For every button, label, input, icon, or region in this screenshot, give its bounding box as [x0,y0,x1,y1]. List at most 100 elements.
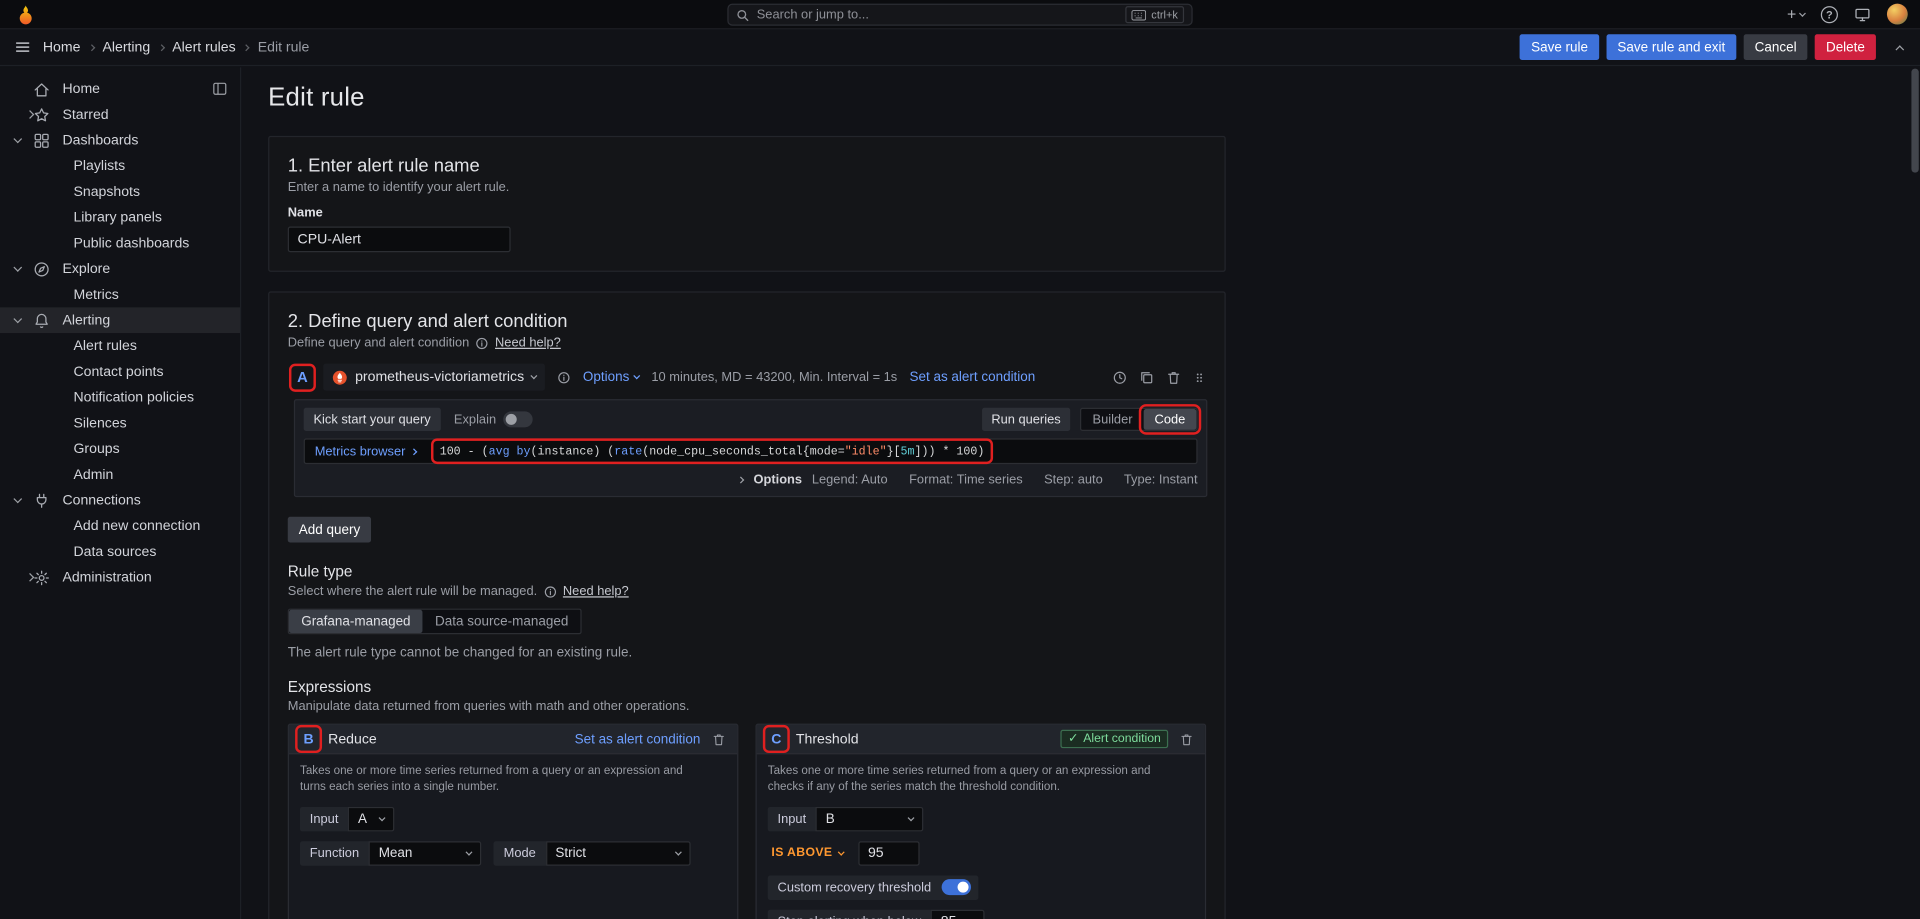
query-options-toggle[interactable]: Options [583,370,639,385]
query-row-options-summary: Legend: Auto Format: Time series Step: a… [812,472,1198,487]
sidebar-item-dashboards[interactable]: Dashboards [0,127,240,153]
chevron-right-icon [738,476,745,483]
threshold-value-input[interactable] [858,841,919,865]
chevron-down-icon [466,848,473,855]
reduce-description: Takes one or more time series returned f… [300,764,709,795]
news-icon[interactable] [1854,6,1871,23]
chevron-right-icon [411,448,418,455]
sidebar-item-alert-rules[interactable]: Alert rules [0,333,240,359]
sidebar-item-alerting[interactable]: Alerting [0,307,240,333]
datasource-picker[interactable]: prometheus-victoriametrics [323,364,545,391]
set-as-alert-condition-link[interactable]: Set as alert condition [909,370,1035,385]
sidebar-item-admin[interactable]: Admin [0,462,240,488]
breadcrumb: Home Alerting Alert rules Edit rule [43,40,310,55]
reduce-set-alert-condition-link[interactable]: Set as alert condition [575,732,701,747]
explain-toggle[interactable] [503,411,532,427]
reduce-delete-icon[interactable] [711,732,726,747]
run-queries-button[interactable]: Run queries [982,408,1071,431]
plus-icon: + [1787,8,1796,20]
sidebar-item-starred[interactable]: Starred [0,102,240,128]
cancel-button[interactable]: Cancel [1744,34,1808,60]
sidebar-item-silences[interactable]: Silences [0,410,240,436]
need-help-link[interactable]: Need help? [563,584,629,599]
sidebar-item-public-dashboards[interactable]: Public dashboards [0,230,240,256]
threshold-input-select[interactable]: B [816,806,924,830]
save-rule-button[interactable]: Save rule [1520,34,1599,60]
threshold-input-label: Input [768,806,816,830]
rule-name-input[interactable] [288,227,511,253]
top-bar: Search or jump to... ctrl+k + ? [0,0,1920,29]
remove-query-icon[interactable] [1166,369,1182,385]
rule-type-section: Rule type Select where the alert rule wi… [288,563,1206,660]
query-history-icon[interactable] [1112,369,1128,385]
breadcrumb-alerting[interactable]: Alerting [102,40,150,55]
sidebar-item-groups[interactable]: Groups [0,436,240,462]
grafana-managed-option[interactable]: Grafana-managed [289,610,423,633]
help-icon[interactable]: ? [1821,6,1838,23]
builder-mode-button[interactable]: Builder [1081,409,1143,430]
avatar[interactable] [1887,4,1908,25]
need-help-link[interactable]: Need help? [495,336,561,351]
menu-toggle-icon[interactable] [10,34,36,60]
reduce-expression-card: B Reduce Set as alert condition Takes on… [288,724,739,919]
threshold-delete-icon[interactable] [1179,732,1194,747]
dock-menu-icon[interactable] [212,81,228,97]
breadcrumb-alert-rules[interactable]: Alert rules [172,40,235,55]
sidebar-item-connections[interactable]: Connections [0,487,240,513]
sidebar-item-contact-points[interactable]: Contact points [0,359,240,385]
sidebar-item-metrics[interactable]: Metrics [0,282,240,308]
recovery-threshold-toggle[interactable] [942,879,971,895]
reduce-ref-id[interactable]: B [300,730,317,748]
scrollbar[interactable] [1911,69,1918,918]
delete-button[interactable]: Delete [1815,34,1876,60]
threshold-title: Threshold [796,732,859,747]
reduce-mode-select[interactable]: Strict [546,841,690,865]
collapse-toolbar-icon[interactable] [1888,36,1910,58]
chevron-down-icon[interactable] [13,135,22,144]
grafana-logo-icon[interactable] [15,3,37,25]
sidebar-item-snapshots[interactable]: Snapshots [0,179,240,205]
threshold-condition-select[interactable]: IS ABOVE [768,841,847,865]
data-source-managed-option[interactable]: Data source-managed [423,610,581,633]
step1-card: 1. Enter alert rule name Enter a name to… [268,136,1226,272]
query-row-options[interactable]: Options Legend: Auto Format: Time series… [304,470,1198,488]
recovery-value-input[interactable] [931,909,985,919]
reduce-function-select[interactable]: Mean [369,841,482,865]
sidebar-item-explore[interactable]: Explore [0,256,240,282]
rule-type-group: Grafana-managed Data source-managed [288,609,582,635]
info-icon [543,585,556,598]
breadcrumb-home[interactable]: Home [43,40,81,55]
add-query-button[interactable]: Add query [288,517,371,543]
explain-label: Explain [454,412,496,427]
chevron-down-icon[interactable] [13,495,22,504]
new-button[interactable]: + [1787,8,1805,20]
duplicate-query-icon[interactable] [1139,369,1155,385]
sidebar-item-administration[interactable]: Administration [0,564,240,590]
chevron-down-icon[interactable] [13,315,22,324]
reduce-input-select[interactable]: A [348,806,395,830]
sidebar-item-playlists[interactable]: Playlists [0,153,240,179]
chevron-down-icon [1799,9,1806,16]
scrollbar-thumb[interactable] [1911,69,1918,173]
rule-type-title: Rule type [288,563,1206,580]
breadcrumb-current: Edit rule [258,40,310,55]
threshold-ref-id[interactable]: C [768,730,785,748]
metrics-browser-button[interactable]: Metrics browser [305,440,426,463]
sidebar-item-data-sources[interactable]: Data sources [0,539,240,565]
chevron-down-icon[interactable] [13,263,22,272]
sidebar-item-library-panels[interactable]: Library panels [0,204,240,230]
code-mode-button[interactable]: Code [1144,409,1197,430]
query-input-row[interactable]: Metrics browser 100 - (avg by(instance) … [304,438,1198,464]
drag-handle-icon[interactable] [1193,369,1206,385]
sidebar-item-notification-policies[interactable]: Notification policies [0,384,240,410]
save-rule-and-exit-button[interactable]: Save rule and exit [1606,34,1736,60]
main-content: Edit rule 1. Enter alert rule name Enter… [241,67,1912,919]
sidebar-item-home[interactable]: Home [0,76,240,102]
kick-start-query-button[interactable]: Kick start your query [304,408,441,431]
sidebar-item-add-new-connection[interactable]: Add new connection [0,513,240,539]
prometheus-icon [332,369,348,385]
alert-condition-badge: ✓ Alert condition [1061,730,1168,748]
query-ref-id[interactable]: A [294,368,311,386]
query-expression[interactable]: 100 - (avg by(instance) (rate(node_cpu_s… [436,443,988,459]
search-input[interactable]: Search or jump to... ctrl+k [727,4,1192,26]
